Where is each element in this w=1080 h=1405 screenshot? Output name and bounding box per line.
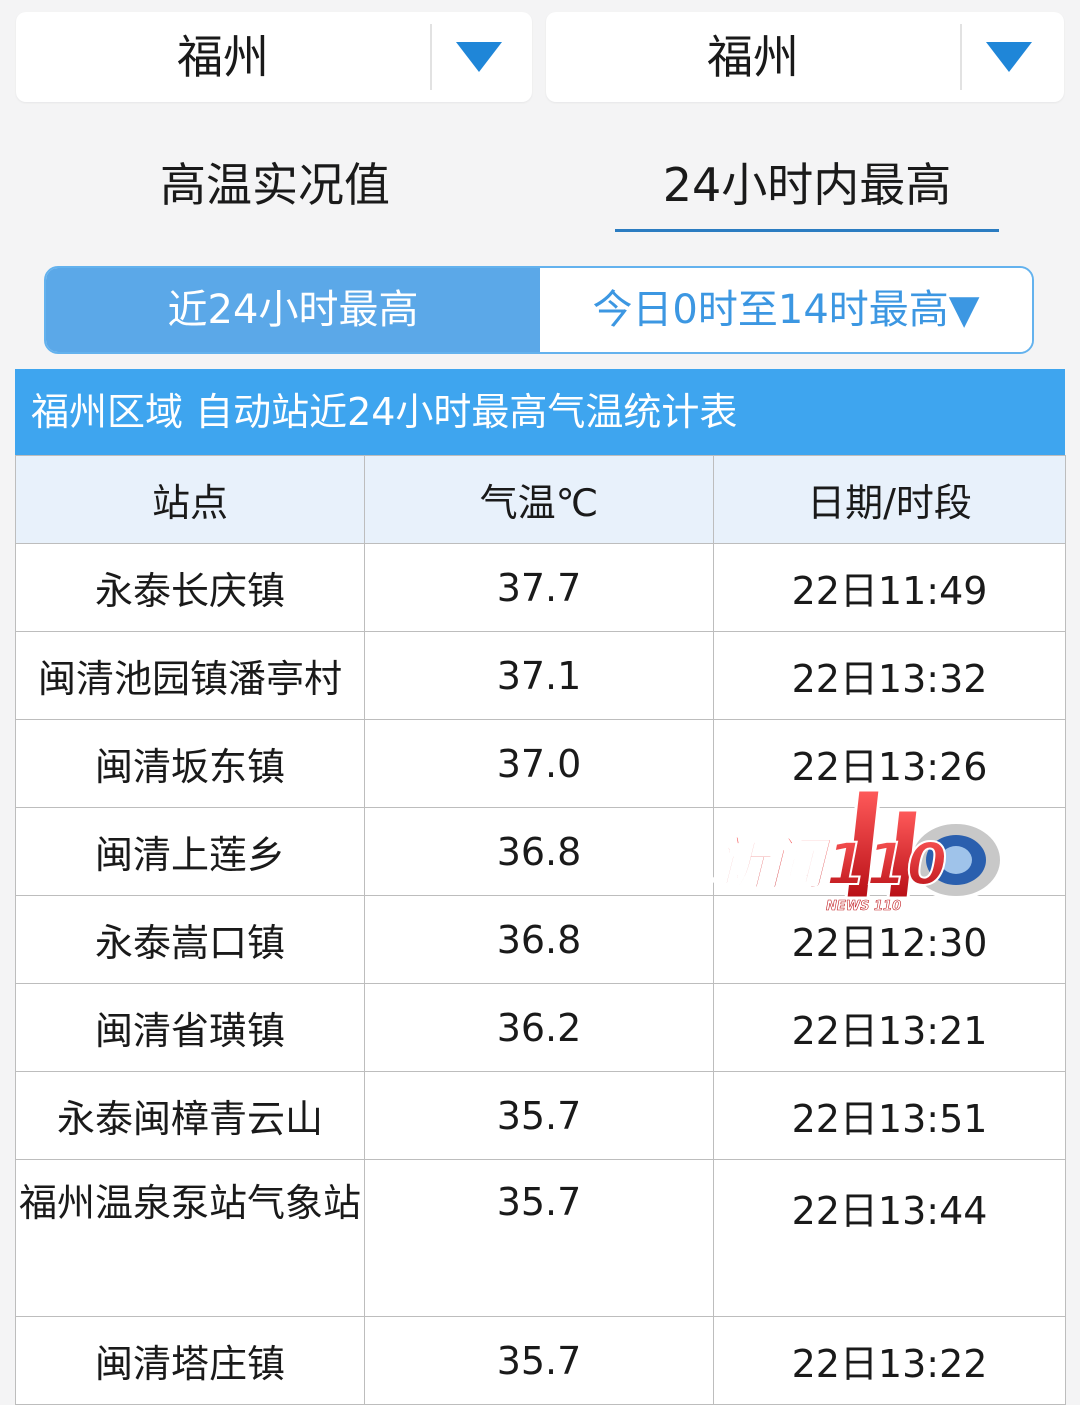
temp-cell: 35.7 [364,1316,714,1405]
temp-cell: 36.2 [364,983,714,1072]
city-select-left[interactable]: 福州 [16,12,532,102]
station-cell: 闽清上莲乡 [15,807,365,896]
city-select-right-value: 福州 [707,30,799,84]
header-time: 日期/时段 [713,455,1066,544]
triangle-down-icon[interactable] [456,42,502,72]
region-selectors: 福州 福州 [0,0,1080,110]
table-row: 永泰长庆镇 37.7 22日11:49 [15,543,1066,632]
time-cell: 22日13:44 [713,1159,1066,1317]
triangle-down-icon[interactable] [986,42,1032,72]
station-cell: 闽清省璜镇 [15,983,365,1072]
watermark-subtext: NEWS 110 [826,899,901,914]
temp-cell: 36.8 [364,807,714,896]
watermark-svg: 新闻110 NEWS 110 [709,788,1004,914]
city-select-right[interactable]: 福州 [546,12,1064,102]
select-divider [430,24,432,90]
temp-cell: 35.7 [364,1159,714,1317]
station-cell: 永泰长庆镇 [15,543,365,632]
station-cell: 永泰嵩口镇 [15,895,365,984]
station-cell: 永泰闽樟青云山 [15,1071,365,1160]
station-cell: 福州温泉泵站气象站 [15,1159,365,1317]
table-row: 永泰闽樟青云山 35.7 22日13:51 [15,1071,1066,1160]
table-row: 闽清省璜镇 36.2 22日13:21 [15,983,1066,1072]
time-cell: 22日11:49 [713,543,1066,632]
station-cell: 闽清坂东镇 [15,719,365,808]
main-tabs: 高温实况值 24小时内最高 [0,140,1080,240]
time-cell: 22日13:32 [713,631,1066,720]
temp-cell: 37.1 [364,631,714,720]
city-select-left-value: 福州 [177,30,269,84]
temperature-table: 站点 气温℃ 日期/时段 永泰长庆镇 37.7 22日11:49 闽清池园镇潘亭… [15,455,1066,1405]
subtab-last-24h[interactable]: 近24小时最高 [46,268,540,352]
active-tab-underline [615,229,999,232]
table-row: 福州温泉泵站气象站 35.7 22日13:44 [15,1159,1066,1317]
table-header-row: 站点 气温℃ 日期/时段 [15,455,1066,544]
table-row: 闽清池园镇潘亭村 37.1 22日13:32 [15,631,1066,720]
time-cell: 22日13:22 [713,1316,1066,1405]
time-cell: 22日13:21 [713,983,1066,1072]
tab-realtime-high[interactable]: 高温实况值 [120,140,430,230]
station-cell: 闽清塔庄镇 [15,1316,365,1405]
select-divider [960,24,962,90]
station-cell: 闽清池园镇潘亭村 [15,631,365,720]
tab-24h-max-label: 24小时内最高 [662,158,952,212]
header-station: 站点 [15,455,365,544]
news110-watermark-logo: 新闻110 NEWS 110 [708,780,1008,915]
table-title: 福州区域 自动站近24小时最高气温统计表 [15,369,1065,455]
temp-cell: 37.0 [364,719,714,808]
period-toggle: 近24小时最高 今日0时至14时最高▼ [44,266,1034,354]
header-temp: 气温℃ [364,455,714,544]
subtab-today-0-14[interactable]: 今日0时至14时最高▼ [540,268,1032,352]
temp-cell: 35.7 [364,1071,714,1160]
temp-cell: 36.8 [364,895,714,984]
watermark-text: 新闻110 [710,830,947,898]
temp-cell: 37.7 [364,543,714,632]
time-cell: 22日13:51 [713,1071,1066,1160]
table-row: 闽清塔庄镇 35.7 22日13:22 [15,1316,1066,1405]
tab-24h-max[interactable]: 24小时内最高 [615,140,999,232]
